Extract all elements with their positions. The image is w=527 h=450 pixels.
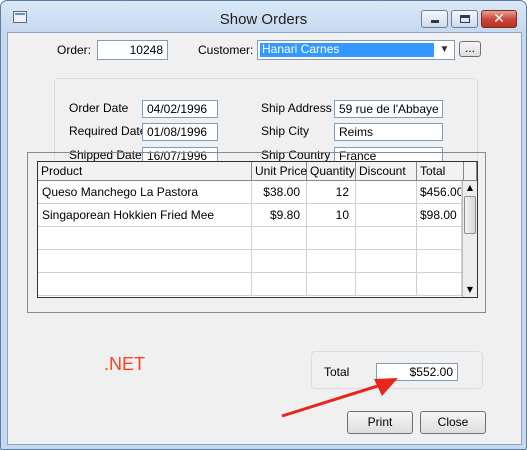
maximize-button[interactable]	[451, 10, 478, 28]
cell-unit-price[interactable]: $9.80	[252, 204, 307, 226]
ship-address-field[interactable]: 59 rue de l'Abbaye	[334, 100, 443, 118]
column-header-product[interactable]: Product	[38, 162, 252, 181]
column-header-quantity[interactable]: Quantity	[307, 162, 356, 181]
order-label: Order:	[57, 43, 92, 57]
cell-empty[interactable]	[307, 250, 356, 272]
print-button[interactable]: Print	[347, 411, 413, 434]
required-date-label: Required Date	[69, 124, 147, 138]
close-button[interactable]: Close	[420, 411, 486, 434]
chevron-down-icon[interactable]: ▼	[436, 42, 453, 58]
column-header-discount[interactable]: Discount	[356, 162, 417, 181]
cell-empty[interactable]	[307, 273, 356, 295]
order-date-field[interactable]: 04/02/1996	[142, 100, 218, 118]
dotnet-annotation: .NET	[104, 354, 146, 374]
cell-discount[interactable]	[356, 181, 417, 203]
cell-quantity[interactable]: 12	[307, 181, 356, 203]
cell-empty[interactable]	[417, 227, 462, 249]
customer-label: Customer:	[198, 43, 254, 57]
cell-empty[interactable]	[38, 250, 252, 272]
title-bar[interactable]: Show Orders ✕	[1, 1, 526, 33]
cell-product[interactable]: Queso Manchego La Pastora	[38, 181, 252, 203]
column-header-total[interactable]: Total	[417, 162, 464, 181]
close-icon: ✕	[493, 11, 505, 27]
cell-unit-price[interactable]: $38.00	[252, 181, 307, 203]
cell-total[interactable]: $98.00	[417, 204, 462, 226]
grid-vertical-scrollbar[interactable]: ▲ ▼	[462, 181, 477, 297]
window-close-button[interactable]: ✕	[481, 10, 517, 28]
cell-empty[interactable]	[252, 250, 307, 272]
required-date-field[interactable]: 01/08/1996	[142, 123, 218, 141]
ship-city-field[interactable]: Reims	[334, 123, 443, 141]
cell-empty[interactable]	[356, 250, 417, 272]
cell-empty[interactable]	[417, 273, 462, 295]
customer-combobox[interactable]: Hanari Carnes ▼	[257, 40, 455, 60]
browse-customer-button[interactable]: ...	[459, 41, 481, 57]
cell-empty[interactable]	[252, 227, 307, 249]
cell-empty[interactable]	[307, 227, 356, 249]
order-number-field[interactable]: 10248	[97, 40, 168, 60]
table-row[interactable]: Queso Manchego La Pastora $38.00 12 $456…	[38, 181, 462, 204]
column-header-spacer	[464, 162, 477, 181]
cell-empty[interactable]	[356, 273, 417, 295]
table-row[interactable]: Singaporean Hokkien Fried Mee $9.80 10 $…	[38, 204, 462, 227]
table-row-empty[interactable]	[38, 273, 462, 296]
cell-empty[interactable]	[417, 250, 462, 272]
maximize-icon	[460, 15, 470, 23]
customer-selected-value: Hanari Carnes	[260, 43, 434, 57]
minimize-button[interactable]	[421, 10, 448, 28]
cell-empty[interactable]	[38, 273, 252, 295]
cell-empty[interactable]	[252, 273, 307, 295]
scroll-down-icon[interactable]: ▼	[463, 283, 477, 297]
order-date-label: Order Date	[69, 101, 129, 115]
cell-total[interactable]: $456.00	[417, 181, 462, 203]
cell-product[interactable]: Singaporean Hokkien Fried Mee	[38, 204, 252, 226]
cell-empty[interactable]	[356, 227, 417, 249]
minimize-icon	[431, 20, 439, 23]
cell-discount[interactable]	[356, 204, 417, 226]
cell-empty[interactable]	[38, 227, 252, 249]
table-row-empty[interactable]	[38, 250, 462, 273]
order-lines-grid[interactable]: Product Unit Price Quantity Discount Tot…	[37, 161, 478, 298]
table-row-empty[interactable]	[38, 227, 462, 250]
ship-address-label: Ship Address	[261, 101, 332, 115]
cell-quantity[interactable]: 10	[307, 204, 356, 226]
scrollbar-thumb[interactable]	[464, 196, 476, 234]
scroll-up-icon[interactable]: ▲	[463, 181, 477, 195]
column-header-unit-price[interactable]: Unit Price	[252, 162, 307, 181]
ship-city-label: Ship City	[261, 124, 310, 138]
